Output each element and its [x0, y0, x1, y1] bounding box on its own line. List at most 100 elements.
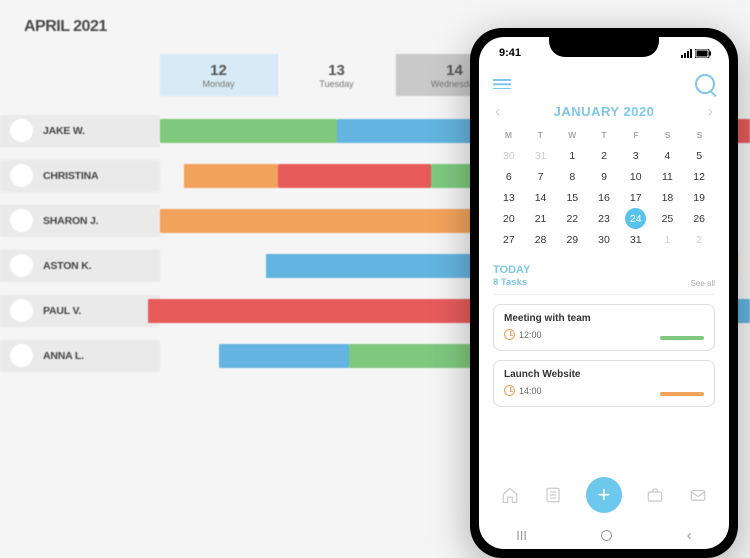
calendar-date[interactable]: 30	[493, 145, 525, 166]
phone-frame: 9:41 ‹ JANUARY 2020 › MTWTFSS 3031123456…	[470, 28, 738, 558]
calendar-date[interactable]: 17	[620, 187, 652, 208]
day-header[interactable]: 12Monday	[160, 54, 278, 96]
avatar	[10, 164, 33, 187]
calendar-date[interactable]: 4	[652, 145, 684, 166]
briefcase-icon[interactable]	[646, 486, 664, 504]
calendar-date[interactable]: 16	[588, 187, 620, 208]
gantt-bar[interactable]	[184, 164, 278, 188]
calendar-date[interactable]: 24	[625, 208, 646, 229]
calendar-date[interactable]: 25	[652, 208, 684, 229]
person-cell[interactable]: Christina	[0, 160, 160, 192]
task-card[interactable]: Launch Website14:00	[493, 360, 715, 407]
calendar-date[interactable]: 21	[525, 208, 557, 229]
calendar-date[interactable]: 8	[556, 166, 588, 187]
list-icon[interactable]	[544, 486, 562, 504]
signal-icon	[681, 49, 692, 58]
dow-label: S	[652, 130, 683, 140]
dow-label: F	[620, 130, 651, 140]
calendar-date[interactable]: 31	[525, 145, 557, 166]
calendar-date[interactable]: 18	[652, 187, 684, 208]
calendar-date[interactable]: 1	[556, 145, 588, 166]
calendar-date[interactable]: 7	[525, 166, 557, 187]
calendar-date[interactable]: 9	[588, 166, 620, 187]
person-cell[interactable]: Aston K.	[0, 250, 160, 282]
android-nav-bar: III ‹	[479, 521, 729, 549]
task-status-bar	[660, 392, 704, 397]
mail-icon[interactable]	[689, 486, 707, 504]
back-button[interactable]: ‹	[687, 527, 692, 544]
calendar-date[interactable]: 19	[683, 187, 715, 208]
dow-label: T	[589, 130, 620, 140]
filter-icon[interactable]	[493, 77, 511, 91]
calendar-date[interactable]: 6	[493, 166, 525, 187]
person-name: Paul V.	[43, 305, 81, 317]
calendar-date[interactable]: 1	[652, 229, 684, 250]
dow-label: W	[557, 130, 588, 140]
avatar	[10, 119, 33, 142]
task-card[interactable]: Meeting with team12:00	[493, 304, 715, 351]
avatar	[10, 254, 33, 277]
calendar-date[interactable]: 31	[620, 229, 652, 250]
search-icon[interactable]	[695, 74, 715, 94]
calendar-date[interactable]: 10	[620, 166, 652, 187]
clock-icon	[504, 329, 515, 340]
status-indicators	[681, 49, 711, 58]
home-button[interactable]	[601, 530, 612, 541]
day-of-week-row: MTWTFSS	[493, 130, 715, 140]
calendar-date[interactable]: 23	[588, 208, 620, 229]
avatar	[10, 344, 33, 367]
name-col-spacer	[0, 54, 160, 96]
calendar-date[interactable]: 15	[556, 187, 588, 208]
calendar-date[interactable]: 27	[493, 229, 525, 250]
calendar-date[interactable]: 26	[683, 208, 715, 229]
clock-icon	[504, 385, 515, 396]
person-name: Anna L.	[43, 350, 84, 362]
dow-label: T	[525, 130, 556, 140]
home-icon[interactable]	[501, 486, 519, 504]
gantt-bar[interactable]	[266, 254, 490, 278]
calendar-grid[interactable]: 3031123456789101112131415161718192021222…	[493, 145, 715, 250]
person-name: Sharon J.	[43, 215, 98, 227]
calendar-date[interactable]: 2	[588, 145, 620, 166]
avatar	[10, 209, 33, 232]
person-name: Aston K.	[43, 260, 91, 272]
gantt-bar[interactable]	[278, 164, 431, 188]
gantt-bar[interactable]	[219, 344, 349, 368]
task-status-bar	[660, 336, 704, 341]
dow-label: M	[493, 130, 524, 140]
recent-apps-button[interactable]: III	[516, 528, 527, 543]
person-name: Jake W.	[43, 125, 85, 137]
calendar-date[interactable]: 22	[556, 208, 588, 229]
next-month-button[interactable]: ›	[708, 103, 713, 120]
bottom-nav: +	[479, 473, 729, 517]
calendar-date[interactable]: 11	[652, 166, 684, 187]
add-button[interactable]: +	[586, 477, 622, 513]
calendar-date[interactable]: 3	[620, 145, 652, 166]
prev-month-button[interactable]: ‹	[495, 103, 500, 120]
avatar	[10, 299, 33, 322]
calendar-date[interactable]: 29	[556, 229, 588, 250]
phone-screen: 9:41 ‹ JANUARY 2020 › MTWTFSS 3031123456…	[479, 37, 729, 549]
gantt-bar[interactable]	[160, 119, 337, 143]
person-cell[interactable]: Sharon J.	[0, 205, 160, 237]
day-header[interactable]: 13Tuesday	[278, 54, 396, 96]
calendar-date[interactable]: 13	[493, 187, 525, 208]
person-cell[interactable]: Anna L.	[0, 340, 160, 372]
gantt-bar[interactable]	[160, 209, 514, 233]
phone-notch	[549, 37, 659, 57]
person-cell[interactable]: Paul V.	[0, 295, 160, 327]
see-all-link[interactable]: See all	[691, 279, 715, 288]
today-count: 8 Tasks	[493, 277, 530, 288]
task-title: Meeting with team	[504, 313, 704, 324]
person-cell[interactable]: Jake W.	[0, 115, 160, 147]
calendar-date[interactable]: 2	[683, 229, 715, 250]
calendar-date[interactable]: 5	[683, 145, 715, 166]
person-name: Christina	[43, 170, 98, 182]
calendar-date[interactable]: 20	[493, 208, 525, 229]
calendar-date[interactable]: 12	[683, 166, 715, 187]
calendar-date[interactable]: 14	[525, 187, 557, 208]
task-title: Launch Website	[504, 369, 704, 380]
calendar-month: JANUARY 2020	[554, 104, 655, 119]
calendar-date[interactable]: 28	[525, 229, 557, 250]
calendar-date[interactable]: 30	[588, 229, 620, 250]
